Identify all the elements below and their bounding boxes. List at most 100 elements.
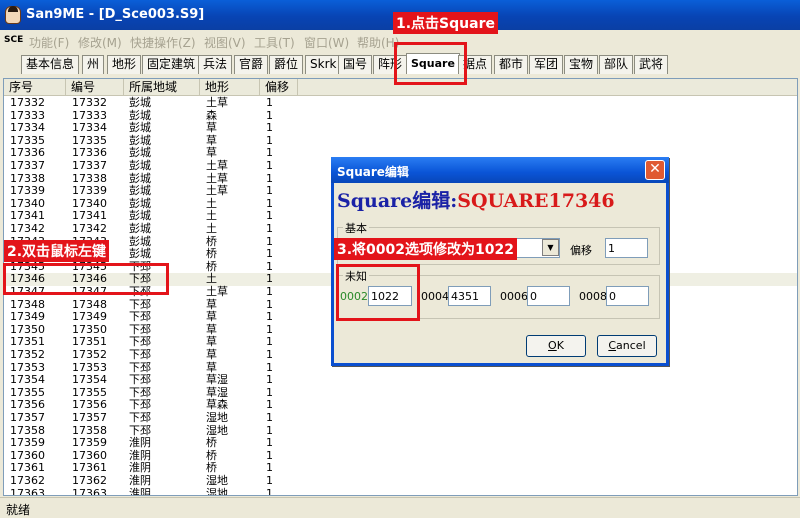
menu-shortcuts[interactable]: 快捷操作(Z): [130, 34, 196, 51]
table-cell: 下邳: [129, 373, 151, 387]
offset-field[interactable]: [605, 238, 648, 258]
dialog-titlebar[interactable]: Square编辑 ✕: [331, 157, 669, 183]
tab-official-rank[interactable]: 官爵: [234, 55, 269, 74]
table-cell: 草: [206, 146, 217, 160]
tab-city[interactable]: 都市: [494, 55, 529, 74]
table-row[interactable]: 17332 17332 彭城 土草 1: [4, 96, 797, 110]
table-row[interactable]: 17360 17360 淮阴 桥 1: [4, 448, 797, 463]
annotation-box-square-tab: [394, 42, 467, 85]
table-row[interactable]: 17357 17357 下邳 湿地 1: [4, 411, 797, 425]
tab-fixed-building[interactable]: 固定建筑: [142, 55, 201, 74]
table-cell: 草森: [206, 398, 228, 412]
ok-label: K: [556, 339, 564, 352]
table-cell: 1: [266, 108, 273, 122]
table-cell: 17355: [72, 385, 107, 399]
table-row[interactable]: 17354 17354 下邳 草湿 1: [4, 373, 797, 387]
table-cell: 淮阴: [129, 461, 151, 475]
menu-function[interactable]: 功能(F): [29, 34, 69, 51]
table-cell: 1: [266, 196, 273, 210]
table-cell: 17350: [72, 322, 107, 336]
table-cell: 桥: [206, 448, 217, 462]
cancel-button[interactable]: Cancel: [597, 335, 657, 357]
status-bar: 就绪: [0, 497, 800, 518]
table-cell: 淮阴: [129, 436, 151, 450]
table-cell: 17356: [10, 398, 45, 412]
table-cell: 1: [266, 171, 273, 185]
menu-modify[interactable]: 修改(M): [78, 34, 122, 51]
document-icon[interactable]: SCE: [4, 35, 23, 45]
table-cell: 淮阴: [129, 474, 151, 487]
tab-state[interactable]: 州: [82, 55, 105, 74]
tab-army-corps[interactable]: 军团: [529, 55, 564, 74]
table-cell: 1: [266, 133, 273, 147]
table-cell: 17337: [72, 159, 107, 172]
table-row[interactable]: 17355 17355 下邳 草湿 1: [4, 385, 797, 400]
table-row[interactable]: 17334 17334 彭城 草 1: [4, 121, 797, 135]
table-cell: 下邳: [129, 398, 151, 412]
col-header-index[interactable]: 序号: [4, 79, 66, 96]
tab-terrain[interactable]: 地形: [107, 55, 142, 74]
table-cell: 1: [266, 259, 273, 273]
annotation-step2: 2.双击鼠标左键: [4, 240, 110, 262]
table-cell: 17361: [72, 461, 107, 475]
table-cell: 下邳: [129, 322, 151, 336]
table-cell: 1: [266, 348, 273, 361]
table-cell: 17354: [72, 373, 107, 387]
tab-tactics[interactable]: 兵法: [198, 55, 233, 74]
field-0006-label: 0006: [500, 290, 528, 303]
table-cell: 17335: [72, 133, 107, 147]
table-cell: 下邳: [129, 360, 151, 374]
table-row[interactable]: 17358 17358 下邳 湿地 1: [4, 424, 797, 438]
col-header-region[interactable]: 所属地域: [124, 79, 200, 96]
menu-window[interactable]: 窗口(W): [304, 34, 349, 51]
table-row[interactable]: 17356 17356 下邳 草森 1: [4, 398, 797, 412]
table-cell: 土: [206, 209, 217, 223]
table-row[interactable]: 17359 17359 淮阴 桥 1: [4, 436, 797, 450]
table-cell: 1: [266, 411, 273, 424]
table-cell: 17348: [10, 297, 45, 311]
annotation-step1: 1.点击Square: [393, 12, 498, 34]
table-cell: 彭城: [129, 96, 151, 109]
field-0006-input[interactable]: [527, 286, 570, 306]
table-cell: 1: [266, 146, 273, 160]
table-cell: 1: [266, 159, 273, 172]
tab-title[interactable]: 爵位: [269, 55, 304, 74]
tab-skrk[interactable]: Skrk: [305, 55, 342, 74]
table-row[interactable]: 17363 17363 淮阴 湿地 1: [4, 487, 797, 495]
table-row[interactable]: 17361 17361 淮阴 桥 1: [4, 461, 797, 475]
table-cell: 17336: [72, 146, 107, 160]
col-header-terrain[interactable]: 地形: [200, 79, 260, 96]
menu-view[interactable]: 视图(V): [204, 34, 246, 51]
col-header-id[interactable]: 编号: [66, 79, 124, 96]
tab-generals[interactable]: 武将: [634, 55, 669, 74]
table-cell: 1: [266, 373, 273, 387]
table-cell: 1: [266, 285, 273, 298]
table-row[interactable]: 17333 17333 彭城 森 1: [4, 108, 797, 123]
table-cell: 17359: [10, 436, 45, 450]
ok-button[interactable]: OK: [526, 335, 586, 357]
table-cell: 17334: [72, 121, 107, 135]
table-cell: 1: [266, 436, 273, 450]
col-header-offset[interactable]: 偏移: [260, 79, 298, 96]
tab-treasure[interactable]: 宝物: [564, 55, 599, 74]
tab-basic-info[interactable]: 基本信息: [21, 55, 80, 74]
table-cell: 彭城: [129, 196, 151, 210]
chevron-down-icon[interactable]: ▼: [542, 239, 559, 256]
tab-country-name[interactable]: 国号: [338, 55, 373, 74]
table-cell: 17335: [10, 133, 45, 147]
table-row[interactable]: 17362 17362 淮阴 湿地 1: [4, 474, 797, 488]
table-cell: 1: [266, 272, 273, 286]
table-cell: 17352: [10, 348, 45, 361]
table-row[interactable]: 17335 17335 彭城 草 1: [4, 133, 797, 148]
table-cell: 草: [206, 360, 217, 374]
field-0008-input[interactable]: [606, 286, 649, 306]
table-cell: 17360: [72, 448, 107, 462]
table-cell: 1: [266, 360, 273, 374]
field-0004-input[interactable]: [448, 286, 491, 306]
table-cell: 土草: [206, 285, 228, 298]
tab-troops[interactable]: 部队: [599, 55, 634, 74]
table-cell: 17354: [10, 373, 45, 387]
dialog-title: Square编辑: [337, 165, 409, 179]
menu-tools[interactable]: 工具(T): [254, 34, 295, 51]
close-icon[interactable]: ✕: [645, 160, 665, 180]
